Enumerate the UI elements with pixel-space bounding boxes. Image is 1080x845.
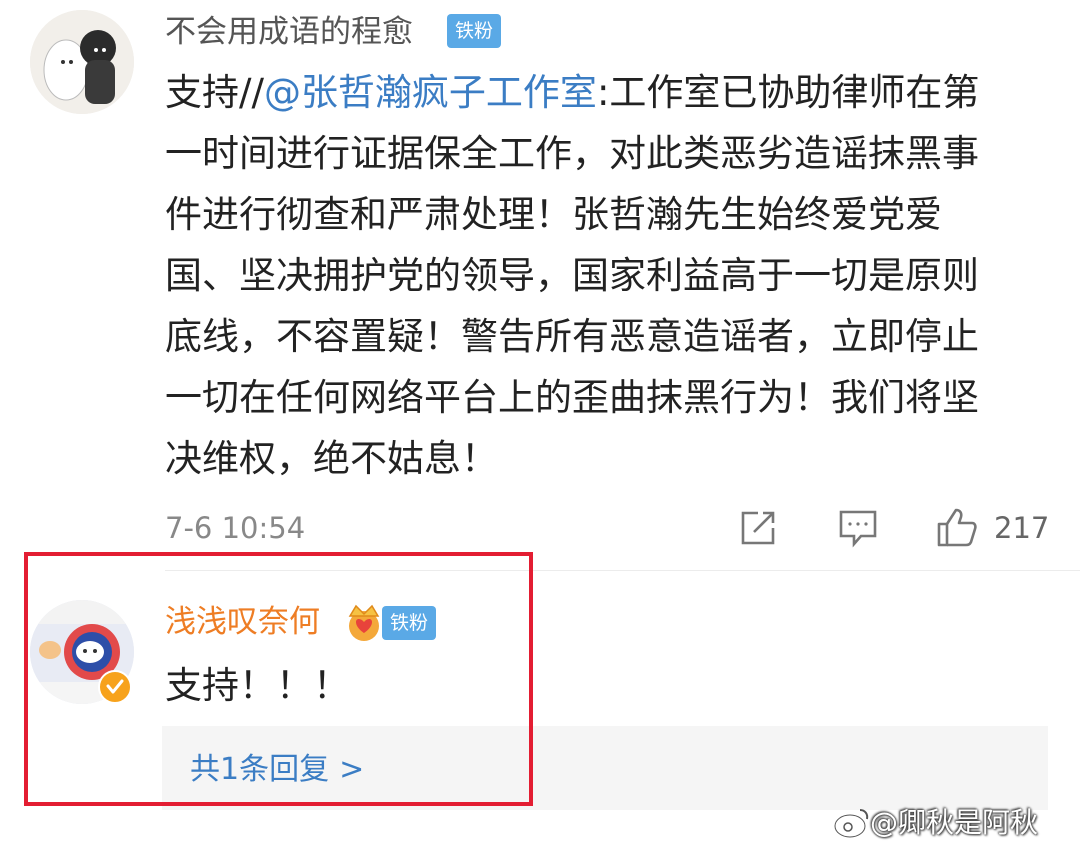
like-count: 217 xyxy=(994,511,1050,545)
comment-text-line: 一切在任何网络平台上的歪曲抹黑行为！我们将坚 xyxy=(165,376,979,419)
comment-text-line: :工作室已协助律师在第 xyxy=(596,71,980,114)
comment-button[interactable] xyxy=(837,508,879,548)
weibo-logo-icon xyxy=(833,809,869,839)
avatar-user1[interactable] xyxy=(30,10,134,114)
comment-icon xyxy=(839,510,877,548)
chevron-right-icon: > xyxy=(339,752,365,787)
comment-username[interactable]: 浅浅叹奈何 xyxy=(165,602,320,642)
comment-timestamp: 7-6 10:54 xyxy=(165,511,306,545)
thumbs-up-icon xyxy=(937,508,977,547)
comment-text: 支持//@张哲瀚疯子工作室:工作室已协助律师在第 一时间进行证据保全工作，对此类… xyxy=(165,62,1045,489)
comment-text-line: 国、坚决拥护党的领导，国家利益高于一切是原则 xyxy=(165,254,979,297)
fan-badge: 铁粉 xyxy=(382,606,437,640)
view-replies-label: 共1条回复 xyxy=(190,752,330,787)
watermark: @卿秋是阿秋 xyxy=(870,806,1039,839)
comment-text-line: 决维权，绝不姑息！ xyxy=(165,437,498,480)
divider xyxy=(165,570,1080,571)
comment-text: 支持！！！ xyxy=(165,664,350,707)
comment-text-line: 件进行彻查和严肃处理！张哲瀚先生始终爱党爱 xyxy=(165,193,942,236)
comment-text-line: 一时间进行证据保全工作，对此类恶劣造谣抹黑事 xyxy=(165,132,979,175)
share-icon xyxy=(741,511,775,545)
like-button[interactable] xyxy=(936,506,978,548)
share-button[interactable] xyxy=(738,508,778,548)
comment-username[interactable]: 不会用成语的程愈 xyxy=(165,12,413,52)
crown-badge-icon xyxy=(348,604,380,641)
mention-link[interactable]: @张哲瀚疯子工作室 xyxy=(264,71,597,114)
comment-text-line: 底线，不容置疑！警告所有恶意造谣者，立即停止 xyxy=(165,315,979,358)
fan-badge: 铁粉 xyxy=(447,14,502,48)
verified-icon xyxy=(98,670,132,704)
comment-text-prefix: 支持// xyxy=(165,71,264,114)
view-replies-link[interactable]: 共1条回复 > xyxy=(190,748,364,792)
